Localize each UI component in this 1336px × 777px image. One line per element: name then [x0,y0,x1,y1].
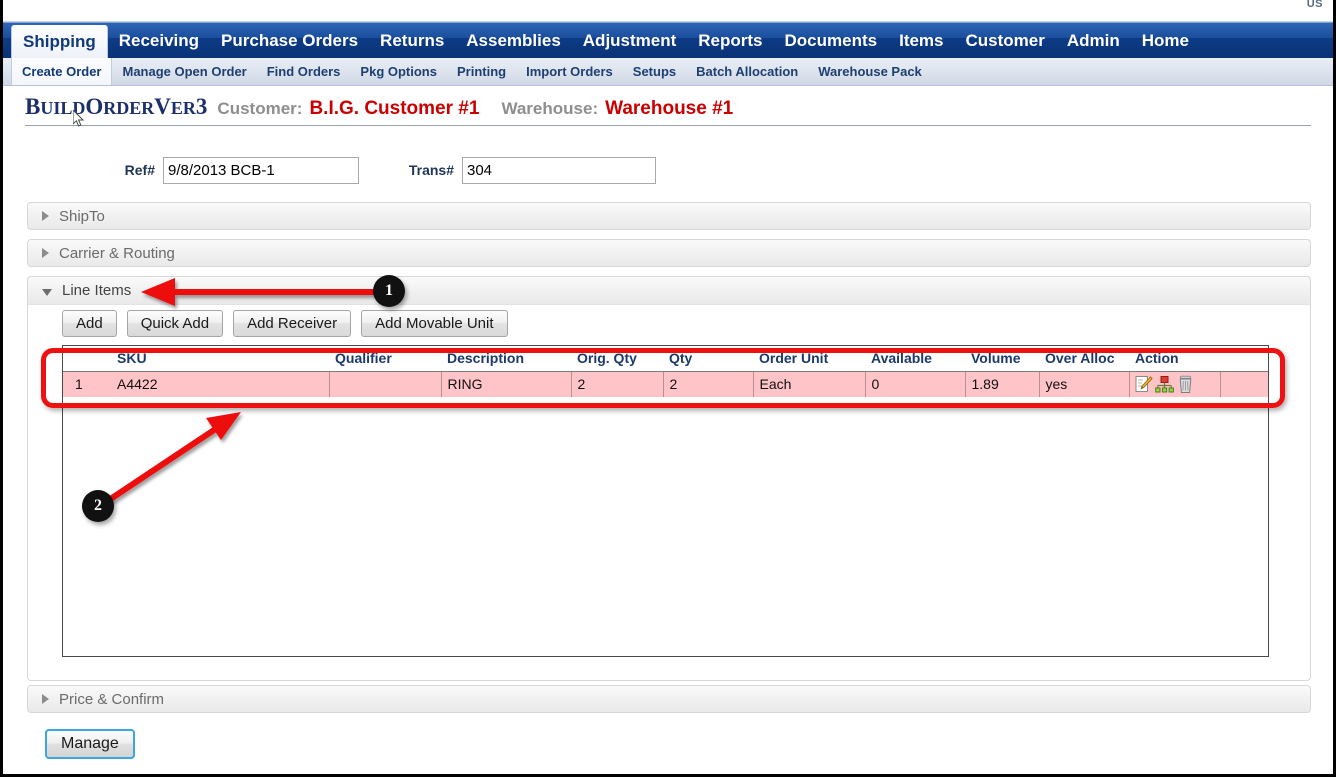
line-items-toolbar: Add Quick Add Add Receiver Add Movable U… [62,310,508,337]
manage-button[interactable]: Manage [45,729,135,759]
chevron-down-icon [42,288,52,296]
add-movable-unit-button[interactable]: Add Movable Unit [361,310,508,337]
top-status-strip: US [3,0,1333,22]
column-header-qualifier[interactable]: Qualifier [329,346,441,372]
annotation-badge-1: 1 [373,275,405,307]
nav-item-adjustment[interactable]: Adjustment [572,23,688,58]
section-carrier-routing-label: Carrier & Routing [59,244,175,262]
chevron-right-icon [42,248,49,258]
column-header-orig-qty[interactable]: Orig. Qty [571,346,663,372]
trans-label: Trans# [408,162,454,178]
subnav-item-pkg-options[interactable]: Pkg Options [350,58,447,85]
section-line-items-header[interactable]: Line Items [27,276,1311,304]
annotation-badge-2: 2 [82,490,114,522]
section-line-items-body: Add Quick Add Add Receiver Add Movable U… [27,304,1311,681]
column-header-sku[interactable]: SKU [111,346,329,372]
locale-indicator: US [1306,0,1323,7]
table-header-row: SKU Qualifier Description Orig. Qty Qty … [63,346,1268,372]
column-header-spacer [1220,346,1268,372]
subnav-item-manage-open-order[interactable]: Manage Open Order [112,58,256,85]
nav-item-home[interactable]: Home [1131,23,1200,58]
subnav-item-setups[interactable]: Setups [623,58,686,85]
add-button[interactable]: Add [62,310,117,337]
line-items-grid-container: SKU Qualifier Description Orig. Qty Qty … [62,345,1269,657]
edit-icon[interactable] [1134,375,1153,394]
cell-qty: 2 [663,371,754,397]
chevron-right-icon [42,211,49,221]
nav-item-assemblies[interactable]: Assemblies [455,23,572,58]
subnav-item-batch-allocation[interactable]: Batch Allocation [686,58,808,85]
section-carrier-routing: Carrier & Routing [27,239,1311,267]
warehouse-value: Warehouse #1 [605,98,734,119]
delete-icon[interactable] [1176,375,1195,394]
cell-qualifier [329,371,442,397]
column-header-over-alloc[interactable]: Over Alloc [1039,346,1129,372]
page-title: BUILDORDERVER3 [25,94,208,119]
column-header-description[interactable]: Description [441,346,571,372]
cell-order-unit: Each [753,371,866,397]
trans-input[interactable] [462,156,656,184]
quick-add-button[interactable]: Quick Add [126,310,224,337]
order-reference-form: Ref# Trans# [25,152,1311,188]
subnav-item-printing[interactable]: Printing [447,58,516,85]
section-price-confirm-header[interactable]: Price & Confirm [27,685,1311,713]
nav-item-reports[interactable]: Reports [687,23,773,58]
warehouse-label: Warehouse: [501,99,599,118]
ref-input[interactable] [163,156,359,184]
cell-description: RING [441,371,572,397]
column-header-available[interactable]: Available [865,346,965,372]
column-header-order-unit[interactable]: Order Unit [753,346,865,372]
section-price-confirm: Price & Confirm [27,685,1311,713]
nav-item-purchase-orders[interactable]: Purchase Orders [210,23,369,58]
section-shipto: ShipTo [27,202,1311,230]
line-items-table: SKU Qualifier Description Orig. Qty Qty … [63,346,1268,397]
cell-action [1129,371,1221,397]
cell-spacer [1220,371,1268,397]
nav-item-items[interactable]: Items [888,23,954,58]
footer-actions: Manage [45,729,135,759]
cell-sku: A4422 [111,371,330,397]
customer-value: B.I.G. Customer #1 [309,98,480,119]
allocate-icon[interactable] [1154,375,1174,394]
chevron-right-icon [42,694,49,704]
nav-item-returns[interactable]: Returns [369,23,455,58]
cell-over-alloc: yes [1039,371,1130,397]
nav-item-receiving[interactable]: Receiving [108,23,210,58]
nav-item-admin[interactable]: Admin [1056,23,1131,58]
cell-volume: 1.89 [965,371,1040,397]
cell-rownum: 1 [63,371,111,397]
nav-item-documents[interactable]: Documents [774,23,889,58]
sub-navigation-bar: Create Order Manage Open Order Find Orders… [3,58,1333,86]
main-navigation-bar: Shipping Receiving Purchase Orders Returns A… [3,22,1333,58]
customer-label: Customer: [217,99,303,118]
column-header-rownum[interactable] [63,346,111,372]
column-header-volume[interactable]: Volume [965,346,1039,372]
column-header-action[interactable]: Action [1129,346,1220,372]
section-carrier-routing-header[interactable]: Carrier & Routing [27,239,1311,267]
subnav-item-find-orders[interactable]: Find Orders [257,58,351,85]
application-page: US Shipping Receiving Purchase Orders Retur… [0,0,1336,777]
section-line-items-label: Line Items [62,282,132,299]
page-header: BUILDORDERVER3 Customer: B.I.G. Customer… [25,94,1311,126]
table-row[interactable]: 1 A4422 RING 2 2 Each 0 1.89 yes [63,371,1268,397]
ref-label: Ref# [124,162,155,178]
cell-available: 0 [865,371,966,397]
section-shipto-label: ShipTo [59,207,105,225]
section-price-confirm-label: Price & Confirm [59,690,165,708]
subnav-item-import-orders[interactable]: Import Orders [516,58,623,85]
cell-orig-qty: 2 [571,371,664,397]
subnav-item-warehouse-pack[interactable]: Warehouse Pack [808,58,932,85]
section-shipto-header[interactable]: ShipTo [27,202,1311,230]
section-line-items: Line Items Add Quick Add Add Receiver Ad… [27,276,1311,681]
column-header-qty[interactable]: Qty [663,346,753,372]
nav-item-shipping[interactable]: Shipping [11,25,108,58]
nav-item-customer[interactable]: Customer [955,23,1056,58]
subnav-item-create-order[interactable]: Create Order [11,58,113,85]
add-receiver-button[interactable]: Add Receiver [233,310,352,337]
